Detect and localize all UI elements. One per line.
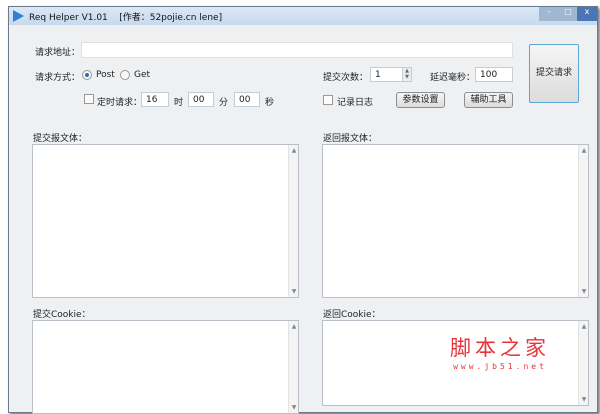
log-checkbox[interactable] <box>323 95 333 105</box>
req-cookie-textarea[interactable]: ▲ ▼ <box>32 320 299 414</box>
second-input[interactable]: 00 <box>234 92 260 107</box>
resp-cookie-label: 返回Cookie： <box>323 310 381 320</box>
delay-label: 延迟毫秒： <box>430 73 476 83</box>
post-radio[interactable] <box>82 70 92 80</box>
submit-button[interactable]: 提交请求 <box>529 44 579 103</box>
get-radio[interactable] <box>120 70 130 80</box>
scrollbar[interactable]: ▲ ▼ <box>578 321 588 405</box>
get-label: Get <box>134 70 151 80</box>
method-label: 请求方式： <box>35 73 81 83</box>
watermark-title: 脚本之家 <box>450 336 550 360</box>
title-bar: Req Helper V1.01 [作者：52pojie.cn lene] – … <box>9 7 597 25</box>
minute-input[interactable]: 00 <box>188 92 214 107</box>
second-unit: 秒 <box>265 98 275 108</box>
tools-button[interactable]: 辅助工具 <box>464 92 513 108</box>
req-body-label: 提交报文体： <box>33 134 88 144</box>
log-label: 记录日志 <box>337 98 374 108</box>
maximize-button[interactable]: □ <box>559 7 577 21</box>
watermark-url: www.jb51.net <box>453 362 547 371</box>
timer-checkbox[interactable] <box>84 94 94 104</box>
url-label: 请求地址： <box>35 48 81 58</box>
req-body-textarea[interactable]: ▲ ▼ <box>32 144 299 298</box>
watermark-logo: 脚本之家 www.jb51.net <box>440 332 560 371</box>
window-title: Req Helper V1.01 [作者：52pojie.cn lene] <box>29 13 223 23</box>
stepper-arrows-icon[interactable]: ▲ ▼ <box>402 68 411 81</box>
scrollbar[interactable]: ▲ ▼ <box>288 145 298 297</box>
url-input[interactable] <box>81 42 513 58</box>
params-button[interactable]: 参数设置 <box>396 92 445 108</box>
resp-body-textarea[interactable]: ▲ ▼ <box>322 144 589 298</box>
delay-input[interactable]: 100 <box>475 67 513 82</box>
minimize-button[interactable]: – <box>539 7 559 21</box>
scrollbar[interactable]: ▲ ▼ <box>578 145 588 297</box>
req-cookie-label: 提交Cookie： <box>33 310 91 320</box>
scrollbar[interactable]: ▲ ▼ <box>288 321 298 413</box>
count-label: 提交次数： <box>323 73 369 83</box>
hour-input[interactable]: 16 <box>141 92 169 107</box>
hour-unit: 时 <box>174 98 184 108</box>
app-icon <box>13 10 24 22</box>
timer-label: 定时请求： <box>97 98 143 108</box>
close-button[interactable]: x <box>577 7 597 21</box>
post-label: Post <box>96 70 115 80</box>
minute-unit: 分 <box>219 98 229 108</box>
resp-body-label: 返回报文体： <box>323 134 378 144</box>
